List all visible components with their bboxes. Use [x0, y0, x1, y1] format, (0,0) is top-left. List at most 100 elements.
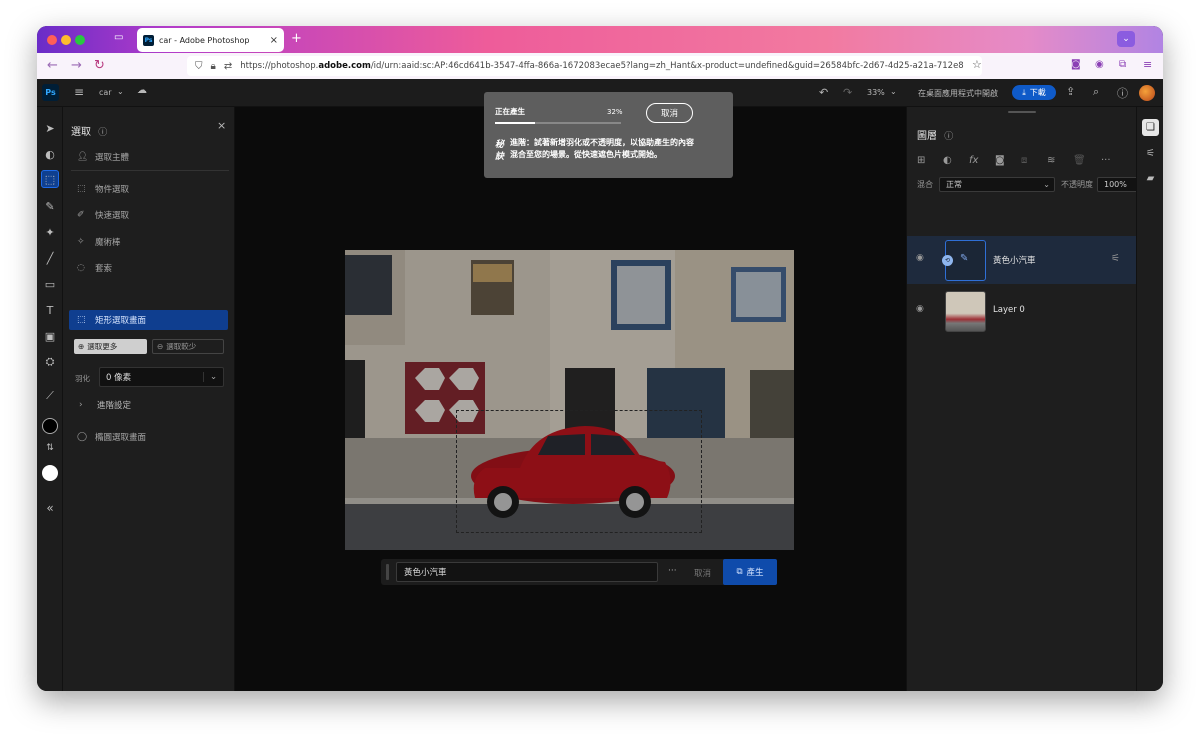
fx-icon[interactable]: fx [969, 155, 995, 166]
generate-image-icon[interactable]: ⛭ [41, 353, 59, 371]
info-icon[interactable]: ⓘ [944, 132, 953, 142]
drag-handle[interactable] [386, 564, 389, 580]
tab-overflow-icon[interactable]: ⌄ [1117, 31, 1135, 47]
search-icon[interactable]: ⌕ [1093, 85, 1099, 99]
shape-tool-icon[interactable]: ▭ [41, 275, 59, 293]
new-tab-button[interactable]: + [291, 31, 302, 46]
progress-label: 正在產生 [495, 107, 525, 116]
tab-photoshop[interactable]: Ps car - Adobe Photoshop × [137, 28, 284, 52]
blend-label: 混合 [917, 180, 933, 189]
redo-icon[interactable]: ↷ [843, 86, 852, 99]
more-icon[interactable]: ··· [1101, 155, 1127, 166]
adjustment-brush-icon[interactable]: ◐ [41, 145, 59, 163]
adjustment-layer-icon[interactable]: ◐ [943, 155, 969, 166]
object-select-icon: ⬚ [77, 184, 86, 194]
layer-stack-icon[interactable]: ≋ [1047, 155, 1073, 166]
swap-colors-icon[interactable]: ⇅ [41, 439, 59, 457]
layer-row[interactable]: ◉ ⟲ ✎ 黃色小汽車 ⚟ [907, 236, 1137, 284]
quick-select-item[interactable]: ✐ 快速選取 [77, 209, 129, 221]
browser-menu-icon[interactable]: ≡ [1143, 58, 1152, 71]
selection-tool-icon[interactable]: ⬚ [41, 170, 59, 188]
eyedropper-icon[interactable]: ⟋ [41, 387, 59, 405]
close-panel-icon[interactable]: × [217, 119, 226, 132]
progress-percent: 32% [607, 108, 623, 116]
magic-wand-item[interactable]: ✧ 魔術棒 [77, 236, 121, 248]
layer-properties-icon[interactable]: ⚟ [1111, 253, 1120, 264]
layer-name: 黃色小汽車 [993, 256, 1036, 266]
help-icon[interactable]: ⓘ [1117, 85, 1128, 101]
blend-mode-select[interactable]: 正常 ⌄ [939, 177, 1055, 192]
zoom-level[interactable]: 33% [867, 88, 885, 97]
visibility-eye-icon[interactable]: ◉ [916, 304, 924, 314]
background-color-swatch[interactable] [42, 465, 58, 481]
undo-icon[interactable]: ↶ [819, 86, 828, 99]
chevron-down-icon[interactable]: ⌄ [117, 87, 124, 96]
select-less-button[interactable]: ⊖ 選取較少 [152, 339, 224, 354]
move-tool-icon[interactable]: ➤ [41, 119, 59, 137]
panel-grip[interactable] [1008, 111, 1036, 113]
layers-panel-icon[interactable]: ❏ [1142, 119, 1159, 136]
prompt-input[interactable]: 黃色小汽車 [396, 562, 658, 582]
type-tool-icon[interactable]: T [41, 301, 59, 319]
prompt-cancel-button[interactable]: 取消 [694, 567, 711, 579]
canvas-area[interactable]: 黃色小汽車 ··· 取消 ⧉ 產生 [235, 107, 906, 691]
layer-thumbnail: ⟲ ✎ [942, 240, 986, 281]
cloud-icon[interactable]: ☁ [137, 85, 147, 96]
visibility-eye-icon[interactable]: ◉ [916, 253, 924, 263]
feather-select[interactable]: 0 像素 ⌄ [99, 367, 224, 387]
object-select-item[interactable]: ⬚ 物件選取 [77, 183, 129, 195]
minimize-window-button[interactable] [61, 35, 71, 45]
mask-icon[interactable]: ◙ [995, 155, 1021, 166]
advanced-settings-toggle[interactable]: › 進階設定 [79, 399, 131, 411]
collapse-toolbar-icon[interactable]: « [41, 499, 59, 517]
trash-icon[interactable]: 🗑︎ [1073, 155, 1099, 166]
close-window-button[interactable] [47, 35, 57, 45]
address-bar[interactable]: ⛉ 🔒︎ ⇄ https://photoshop.adobe.com/id/ur… [187, 56, 982, 76]
divider [71, 170, 229, 171]
generate-button[interactable]: ⧉ 產生 [723, 559, 777, 585]
canvas-image[interactable] [345, 250, 794, 550]
download-icon: ⤓ [1022, 87, 1026, 97]
cancel-generation-button[interactable]: 取消 [646, 103, 693, 123]
zoom-dropdown-icon[interactable]: ⌄ [890, 87, 897, 96]
tab-list-icon[interactable]: ▭ [114, 32, 123, 43]
account-icon[interactable]: ◉ [1095, 59, 1104, 70]
more-options-icon[interactable]: ··· [668, 566, 677, 576]
spot-heal-icon[interactable]: ✦ [41, 223, 59, 241]
download-button[interactable]: ⤓ 下載 [1012, 85, 1056, 100]
place-image-icon[interactable]: ▣ [41, 327, 59, 345]
forward-button[interactable]: → [71, 58, 82, 73]
share-icon[interactable]: ⇪ [1066, 85, 1075, 98]
open-in-desktop-link[interactable]: 在桌面應用程式中開啟 [918, 88, 998, 99]
tab-close-icon[interactable]: × [270, 35, 278, 46]
foreground-color-swatch[interactable] [42, 418, 58, 434]
select-more-button[interactable]: ⊕ 選取更多 [74, 339, 147, 354]
comments-panel-icon[interactable]: ▰ [1142, 170, 1159, 187]
select-subject-item[interactable]: 👤︎ 選取主體 [77, 151, 129, 163]
ellipse-select-item[interactable]: ◯ 橢圓選取畫面 [77, 431, 146, 443]
healing-tool-icon[interactable]: ✎ [41, 197, 59, 215]
progress-bar-fill [495, 122, 536, 124]
bookmark-star-icon[interactable]: ☆ [972, 58, 982, 71]
brush-tool-icon[interactable]: ╱ [41, 249, 59, 267]
pocket-icon[interactable]: ◙ [1071, 59, 1081, 70]
selection-marquee[interactable] [456, 410, 702, 533]
chevron-down-icon: ⌄ [203, 372, 223, 382]
document-name[interactable]: car [99, 88, 112, 97]
shield-icon: ⛉ [195, 60, 203, 72]
clip-icon[interactable]: ⧈ [1021, 155, 1047, 166]
hamburger-menu-icon[interactable]: ≡ [74, 85, 84, 99]
adjustments-panel-icon[interactable]: ⚟ [1142, 145, 1159, 162]
extensions-icon[interactable]: ⧉ [1119, 59, 1126, 70]
photoshop-logo[interactable]: Ps [42, 84, 59, 101]
rectangle-select-item[interactable]: ⬚ 矩形選取畫面 [69, 310, 228, 330]
info-icon[interactable]: ⓘ [98, 128, 107, 138]
avatar[interactable] [1139, 85, 1155, 101]
reload-button[interactable]: ↻ [94, 58, 105, 73]
add-layer-icon[interactable]: ⊞ [917, 155, 943, 166]
zoom-window-button[interactable] [75, 35, 85, 45]
layer-row[interactable]: ◉ Layer 0 [907, 287, 1137, 335]
back-button[interactable]: ← [47, 58, 58, 73]
lasso-item[interactable]: ◌ 套索 [77, 262, 112, 274]
layers-title: 圖層 ⓘ [917, 131, 954, 142]
